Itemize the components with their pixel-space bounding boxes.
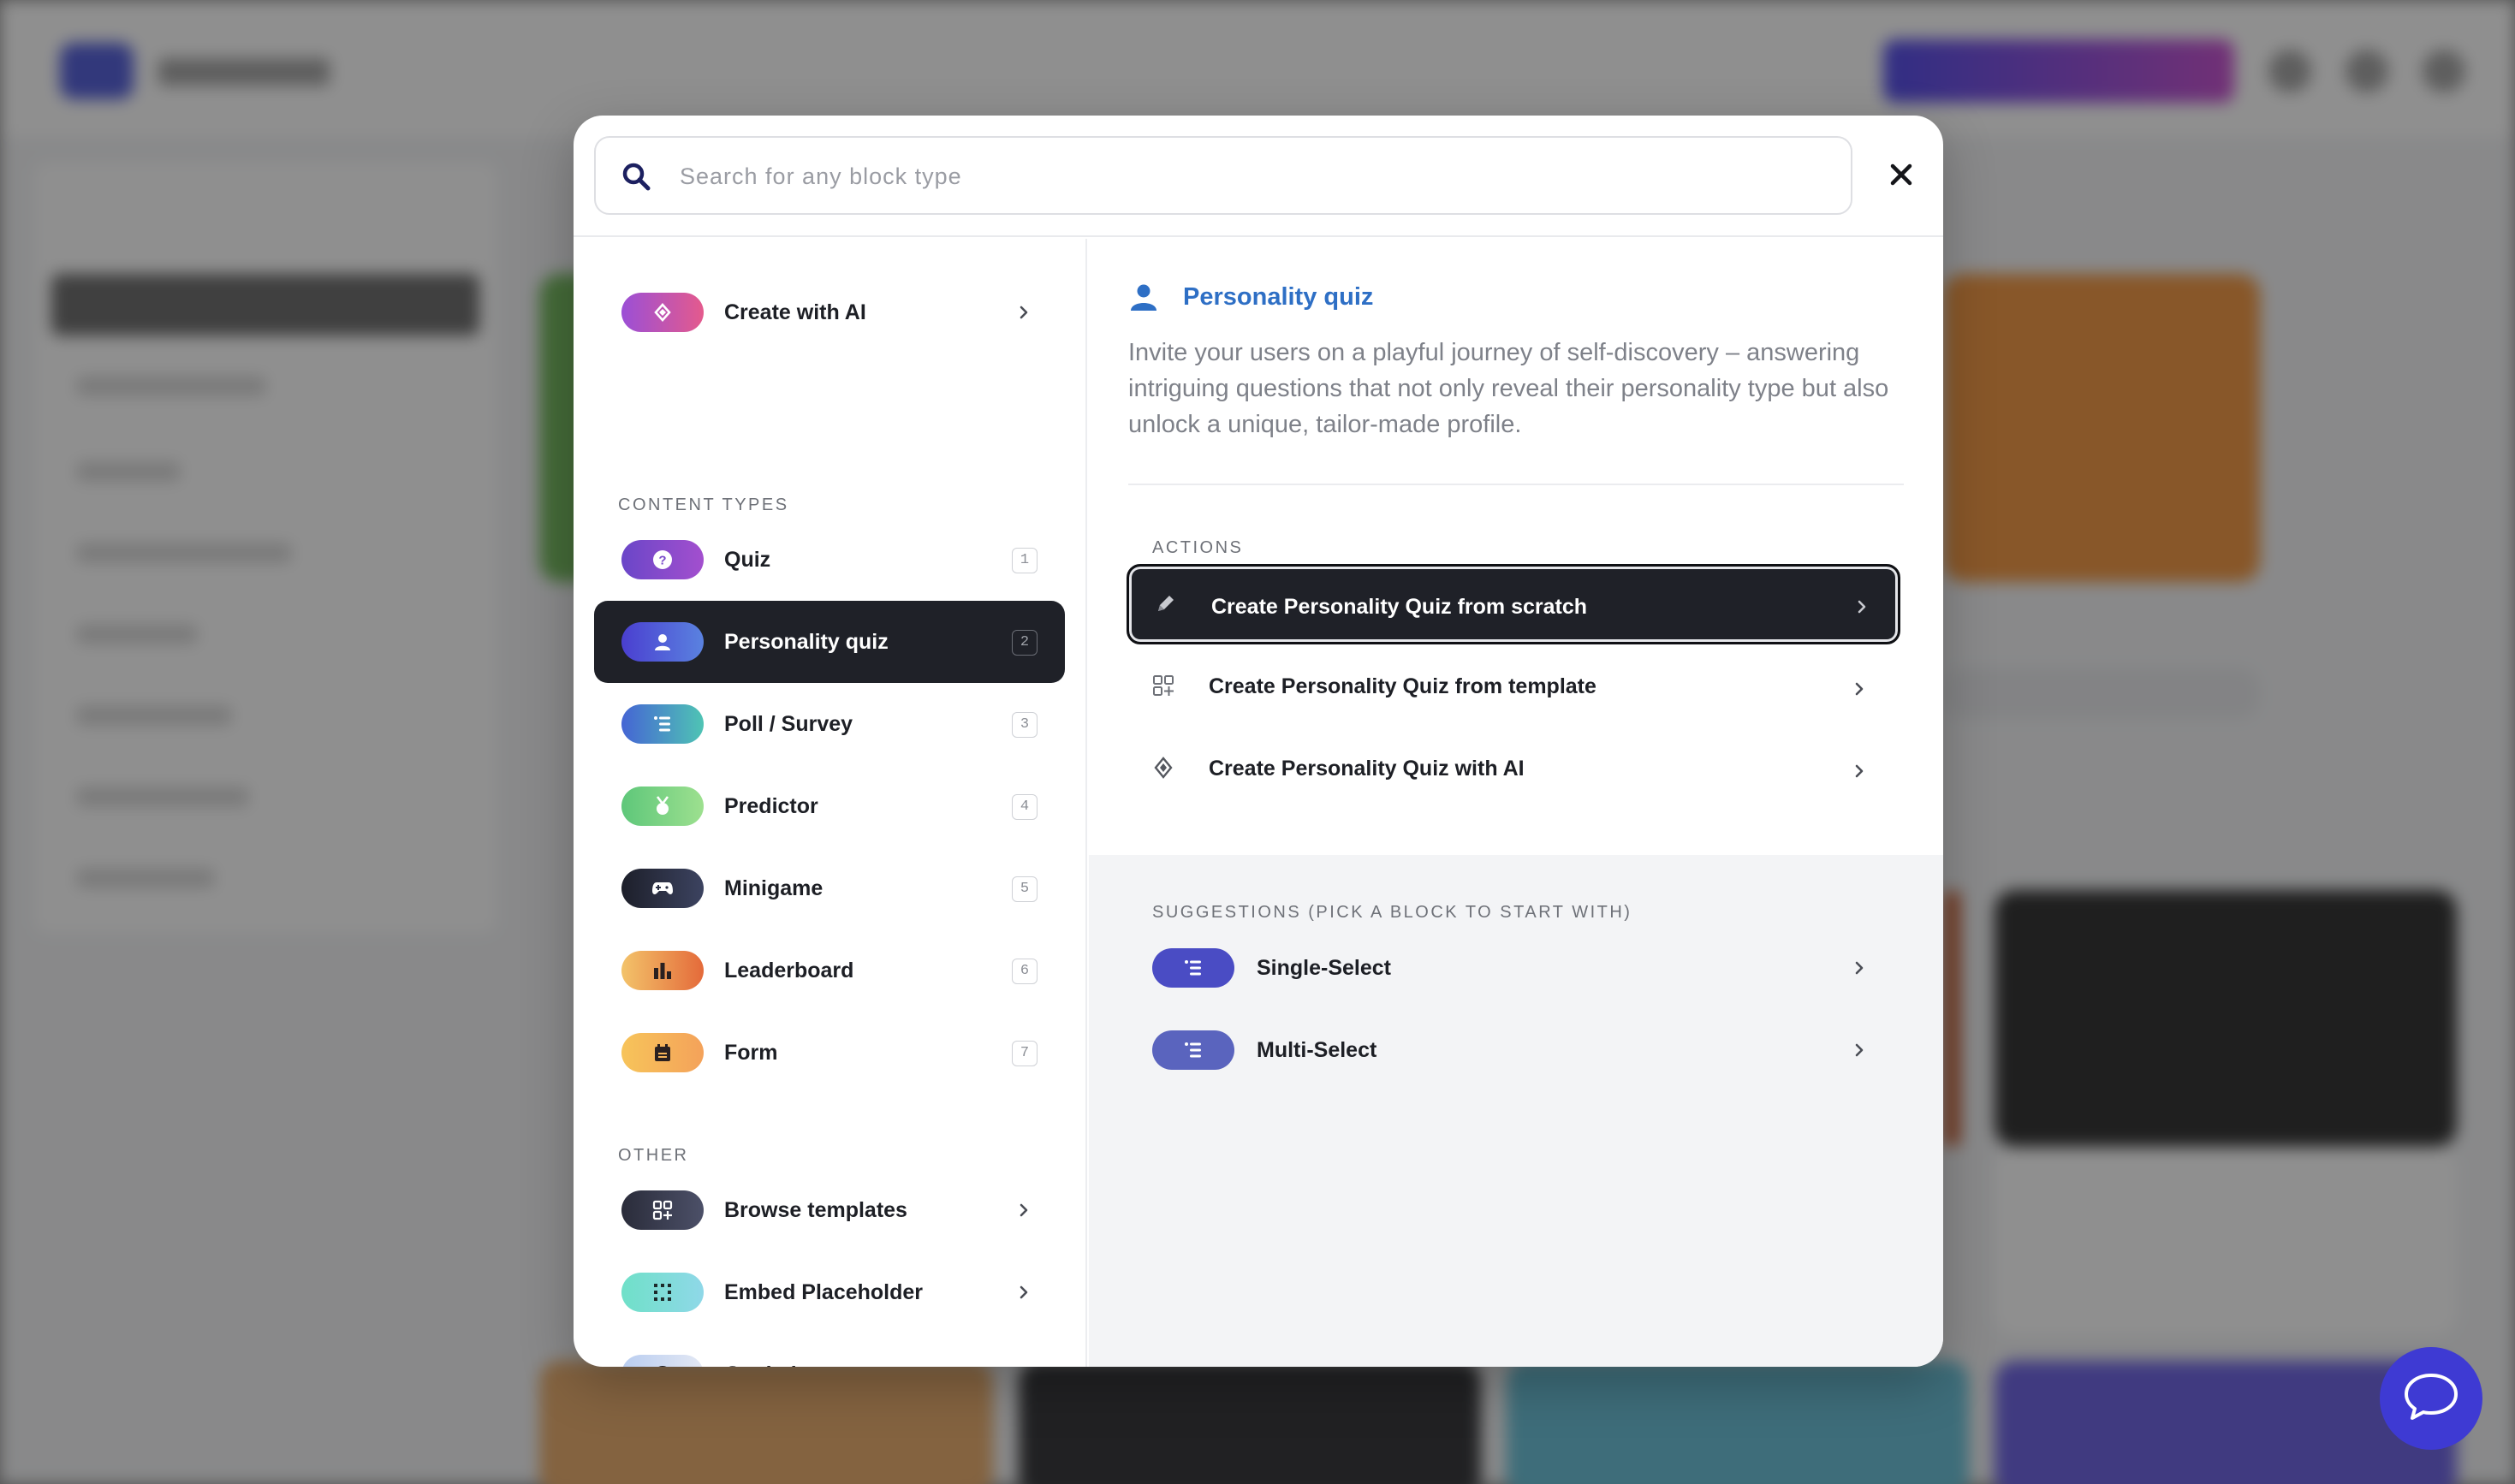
shortcut-badge: 1 [1012, 548, 1038, 573]
content-type-label: Quiz [724, 548, 771, 572]
other-browse-templates[interactable]: Browse templates [594, 1169, 1065, 1251]
detail-title: Personality quiz [1183, 283, 1374, 311]
search-input[interactable] [680, 153, 1827, 199]
content-type-label: Predictor [724, 794, 818, 818]
shortcut-badge: 4 [1012, 794, 1038, 820]
embed-dots-icon [621, 1273, 704, 1312]
search-box[interactable] [594, 136, 1852, 215]
shortcut-badge: 2 [1012, 630, 1038, 656]
create-from-template-action[interactable]: Create Personality Quiz from template [1127, 646, 1900, 727]
create-with-ai-label: Create with AI [724, 300, 866, 324]
content-type-poll-survey[interactable]: Poll / Survey 3 [594, 683, 1065, 765]
shortcut-badge: 6 [1012, 959, 1038, 984]
chevron-right-icon [1852, 677, 1868, 705]
content-type-minigame[interactable]: Minigame 5 [594, 847, 1065, 929]
chevron-right-icon [1852, 1038, 1868, 1066]
divider [1128, 484, 1904, 485]
create-from-scratch-action[interactable]: Create Personality Quiz from scratch [1127, 564, 1900, 644]
suggestion-multi-select[interactable]: Multi-Select [1127, 1012, 1900, 1089]
close-button[interactable] [1883, 158, 1919, 194]
question-icon: ? [621, 540, 704, 579]
action-label: Create Personality Quiz from scratch [1211, 595, 1588, 619]
svg-text:?: ? [658, 554, 666, 568]
shortcut-badge: 5 [1012, 876, 1038, 902]
list-icon [621, 704, 704, 744]
other-item-label: Get help [724, 1333, 810, 1367]
person-icon [1128, 282, 1159, 317]
chat-bubble-icon [2403, 1372, 2459, 1426]
block-detail-panel: Personality quiz Invite your users on a … [1089, 239, 1943, 1367]
action-label: Create Personality Quiz with AI [1209, 757, 1525, 781]
shortcut-badge: 3 [1012, 712, 1038, 738]
ai-sparkle-icon [1152, 757, 1174, 783]
bar-chart-icon [621, 951, 704, 990]
content-type-label: Personality quiz [724, 630, 889, 654]
create-with-ai-item[interactable]: Create with AI [594, 271, 1065, 353]
content-type-label: Form [724, 1041, 778, 1065]
content-type-label: Leaderboard [724, 959, 854, 982]
content-type-predictor[interactable]: Predictor 4 [594, 765, 1065, 847]
suggestions-heading: SUGGESTIONS (PICK A BLOCK TO START WITH) [1152, 903, 1632, 922]
close-icon [1890, 163, 1912, 190]
content-type-form[interactable]: Form 7 [594, 1012, 1065, 1094]
other-embed-placeholder[interactable]: Embed Placeholder [594, 1251, 1065, 1333]
chevron-right-icon [1852, 759, 1868, 787]
chevron-right-icon [1855, 595, 1870, 623]
content-type-label: Minigame [724, 876, 823, 900]
chevron-right-icon [1017, 1198, 1032, 1226]
detail-top-section: Personality quiz Invite your users on a … [1089, 239, 1943, 855]
chat-launcher-button[interactable] [2380, 1347, 2482, 1450]
suggestion-single-select[interactable]: Single-Select [1127, 929, 1900, 1006]
templates-grid-icon [621, 1190, 704, 1230]
suggestion-label: Multi-Select [1257, 1038, 1377, 1062]
block-type-list: Create with AI CONTENT TYPES ? Quiz 1 Pe… [574, 239, 1087, 1367]
other-item-label: Embed Placeholder [724, 1280, 924, 1304]
content-type-label: Poll / Survey [724, 712, 853, 736]
list-icon [1152, 1030, 1234, 1070]
ai-sparkle-icon [621, 293, 704, 332]
person-icon [621, 622, 704, 662]
content-type-personality-quiz[interactable]: Personality quiz 2 [594, 601, 1065, 683]
content-type-leaderboard[interactable]: Leaderboard 6 [594, 929, 1065, 1012]
search-icon [621, 162, 652, 197]
list-icon [1152, 948, 1234, 988]
other-item-label: Browse templates [724, 1198, 907, 1222]
chevron-right-icon [1017, 1280, 1032, 1309]
templates-grid-icon [1152, 674, 1174, 701]
gamepad-icon [621, 869, 704, 908]
content-type-quiz[interactable]: ? Quiz 1 [594, 519, 1065, 601]
block-picker-modal: Create with AI CONTENT TYPES ? Quiz 1 Pe… [574, 116, 1943, 1367]
chevron-right-icon [1017, 300, 1032, 329]
actions-heading: ACTIONS [1152, 538, 1244, 557]
content-types-heading: CONTENT TYPES [618, 496, 789, 514]
suggestions-section: SUGGESTIONS (PICK A BLOCK TO START WITH)… [1089, 855, 1943, 1367]
shortcut-badge: 7 [1012, 1041, 1038, 1066]
action-label: Create Personality Quiz from template [1209, 674, 1596, 698]
pencil-icon [1155, 592, 1177, 619]
detail-description: Invite your users on a playful journey o… [1128, 339, 1889, 438]
help-chat-icon: ? [621, 1355, 704, 1367]
chevron-right-icon [1852, 956, 1868, 984]
other-get-help[interactable]: ? Get help [594, 1333, 1065, 1367]
calendar-form-icon [621, 1033, 704, 1072]
search-bar-row [574, 116, 1943, 237]
chevron-right-icon [1017, 1362, 1032, 1367]
create-with-ai-action[interactable]: Create Personality Quiz with AI [1127, 728, 1900, 809]
medal-icon [621, 787, 704, 826]
other-heading: OTHER [618, 1146, 689, 1165]
suggestion-label: Single-Select [1257, 956, 1391, 980]
